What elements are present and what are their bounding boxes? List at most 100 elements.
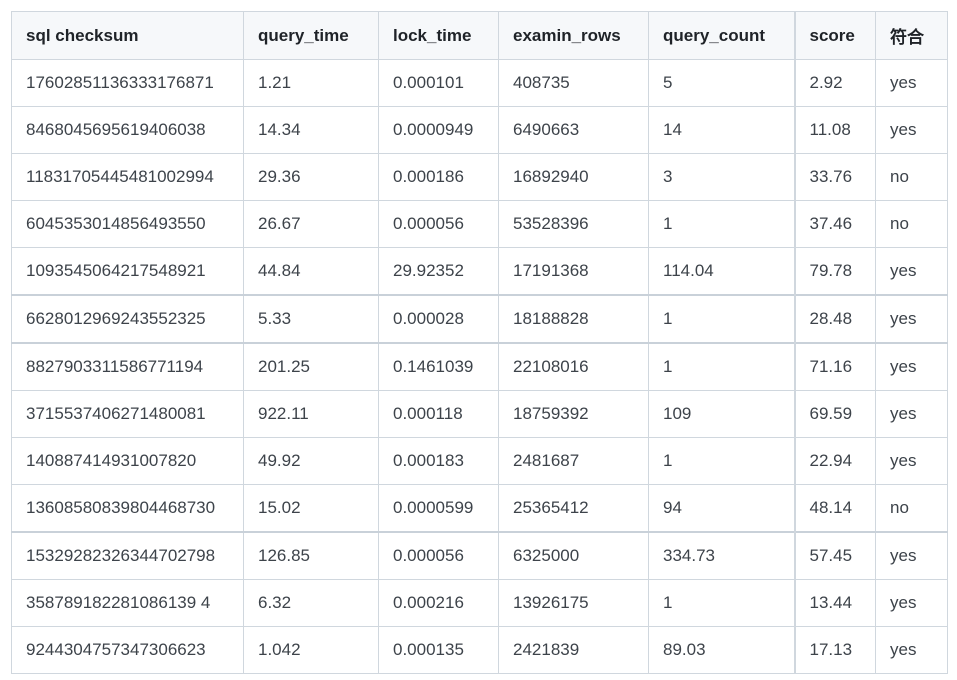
match-cell: yes — [875, 106, 948, 154]
sql-checksum-cell: 15329282326344702798 — [11, 531, 244, 580]
score-cell: 69.59 — [793, 390, 876, 438]
score-cell: 11.08 — [793, 106, 876, 154]
table-row: 17602851136333176871 1.21 0.000101 408735 5 2… — [11, 59, 948, 107]
table-row: 6045353014856493550 26.67 0.000056 53528396… — [11, 200, 948, 248]
query-count-cell: 94 — [648, 484, 795, 533]
query-time-cell: 5.33 — [243, 294, 379, 344]
query-time-cell: 49.92 — [243, 437, 379, 485]
score-cell: 13.44 — [793, 579, 876, 627]
sql-checksum-cell: 13608580839804468730 — [11, 484, 244, 533]
table-row: 358789182281086139 4 6.32 0.000216 13926175… — [11, 579, 948, 627]
header-examin-rows: examin_rows — [498, 11, 649, 60]
query-count-cell: 1 — [648, 579, 795, 627]
sql-checksum-cell: 140887414931007820 — [11, 437, 244, 485]
examin-rows-cell: 16892940 — [498, 153, 649, 201]
lock-time-cell: 0.000186 — [378, 153, 499, 201]
query-score-table: sql checksum query_time lock_time examin… — [11, 11, 948, 674]
query-time-cell: 6.32 — [243, 579, 379, 627]
sql-checksum-cell: 11831705445481002994 — [11, 153, 244, 201]
sql-checksum-cell: 17602851136333176871 — [11, 59, 244, 107]
match-cell: yes — [875, 390, 948, 438]
query-count-cell: 5 — [648, 59, 795, 107]
score-cell: 37.46 — [793, 200, 876, 248]
examin-rows-cell: 2421839 — [498, 626, 649, 674]
query-time-cell: 44.84 — [243, 247, 379, 296]
lock-time-cell: 0.000216 — [378, 579, 499, 627]
match-cell: yes — [875, 531, 948, 580]
header-match: 符合 — [875, 11, 948, 60]
sql-checksum-cell: 9244304757347306623 — [11, 626, 244, 674]
query-count-cell: 89.03 — [648, 626, 795, 674]
sql-checksum-cell: 6045353014856493550 — [11, 200, 244, 248]
lock-time-cell: 0.0000949 — [378, 106, 499, 154]
match-cell: yes — [875, 579, 948, 627]
query-count-cell: 14 — [648, 106, 795, 154]
query-count-cell: 1 — [648, 294, 795, 344]
examin-rows-cell: 18188828 — [498, 294, 649, 344]
query-count-cell: 3 — [648, 153, 795, 201]
table-header: sql checksum query_time lock_time examin… — [11, 11, 948, 60]
score-cell: 2.92 — [793, 59, 876, 107]
examin-rows-cell: 6490663 — [498, 106, 649, 154]
query-count-cell: 109 — [648, 390, 795, 438]
lock-time-cell: 0.000183 — [378, 437, 499, 485]
lock-time-cell: 0.1461039 — [378, 342, 499, 391]
query-time-cell: 1.21 — [243, 59, 379, 107]
query-time-cell: 201.25 — [243, 342, 379, 391]
sql-checksum-cell: 8468045695619406038 — [11, 106, 244, 154]
match-cell: no — [875, 484, 948, 533]
table-row: 8827903311586771194 201.25 0.1461039 221080… — [11, 342, 948, 391]
match-cell: yes — [875, 342, 948, 391]
lock-time-cell: 0.000135 — [378, 626, 499, 674]
table-row: 140887414931007820 49.92 0.000183 2481687 1 2… — [11, 437, 948, 485]
query-count-cell: 334.73 — [648, 531, 795, 580]
table-row: 6628012969243552325 5.33 0.000028 18188828 1… — [11, 294, 948, 344]
table-row: 3715537406271480081 922.11 0.000118 1875939… — [11, 390, 948, 438]
lock-time-cell: 0.000056 — [378, 200, 499, 248]
score-cell: 17.13 — [793, 626, 876, 674]
score-cell: 33.76 — [793, 153, 876, 201]
match-cell: yes — [875, 626, 948, 674]
query-time-cell: 14.34 — [243, 106, 379, 154]
lock-time-cell: 0.0000599 — [378, 484, 499, 533]
match-cell: yes — [875, 294, 948, 344]
header-score: score — [793, 11, 876, 60]
table-body: 17602851136333176871 1.21 0.000101 408735 5 2… — [11, 59, 948, 674]
table-row: 15329282326344702798 126.85 0.000056 632500… — [11, 531, 948, 580]
match-cell: no — [875, 200, 948, 248]
table-row: 11831705445481002994 29.36 0.000186 1689294… — [11, 153, 948, 201]
query-time-cell: 29.36 — [243, 153, 379, 201]
query-time-cell: 1.042 — [243, 626, 379, 674]
examin-rows-cell: 18759392 — [498, 390, 649, 438]
examin-rows-cell: 13926175 — [498, 579, 649, 627]
match-cell: no — [875, 153, 948, 201]
score-cell: 79.78 — [793, 247, 876, 296]
query-time-cell: 922.11 — [243, 390, 379, 438]
query-time-cell: 26.67 — [243, 200, 379, 248]
lock-time-cell: 0.000056 — [378, 531, 499, 580]
query-time-cell: 15.02 — [243, 484, 379, 533]
sql-checksum-cell: 358789182281086139 4 — [11, 579, 244, 627]
examin-rows-cell: 408735 — [498, 59, 649, 107]
header-lock-time: lock_time — [378, 11, 499, 60]
examin-rows-cell: 17191368 — [498, 247, 649, 296]
header-row: sql checksum query_time lock_time examin… — [11, 11, 948, 60]
table-row: 1093545064217548921 44.84 29.92352 17191368… — [11, 247, 948, 296]
score-cell: 22.94 — [793, 437, 876, 485]
lock-time-cell: 29.92352 — [378, 247, 499, 296]
examin-rows-cell: 25365412 — [498, 484, 649, 533]
examin-rows-cell: 53528396 — [498, 200, 649, 248]
sql-checksum-cell: 3715537406271480081 — [11, 390, 244, 438]
score-cell: 71.16 — [793, 342, 876, 391]
query-time-cell: 126.85 — [243, 531, 379, 580]
score-cell: 28.48 — [793, 294, 876, 344]
table-row: 9244304757347306623 1.042 0.000135 2421839 8… — [11, 626, 948, 674]
examin-rows-cell: 6325000 — [498, 531, 649, 580]
score-cell: 48.14 — [793, 484, 876, 533]
query-count-cell: 1 — [648, 342, 795, 391]
header-sql-checksum: sql checksum — [11, 11, 244, 60]
query-count-cell: 1 — [648, 437, 795, 485]
match-cell: yes — [875, 247, 948, 296]
lock-time-cell: 0.000118 — [378, 390, 499, 438]
table-row: 8468045695619406038 14.34 0.0000949 6490663… — [11, 106, 948, 154]
